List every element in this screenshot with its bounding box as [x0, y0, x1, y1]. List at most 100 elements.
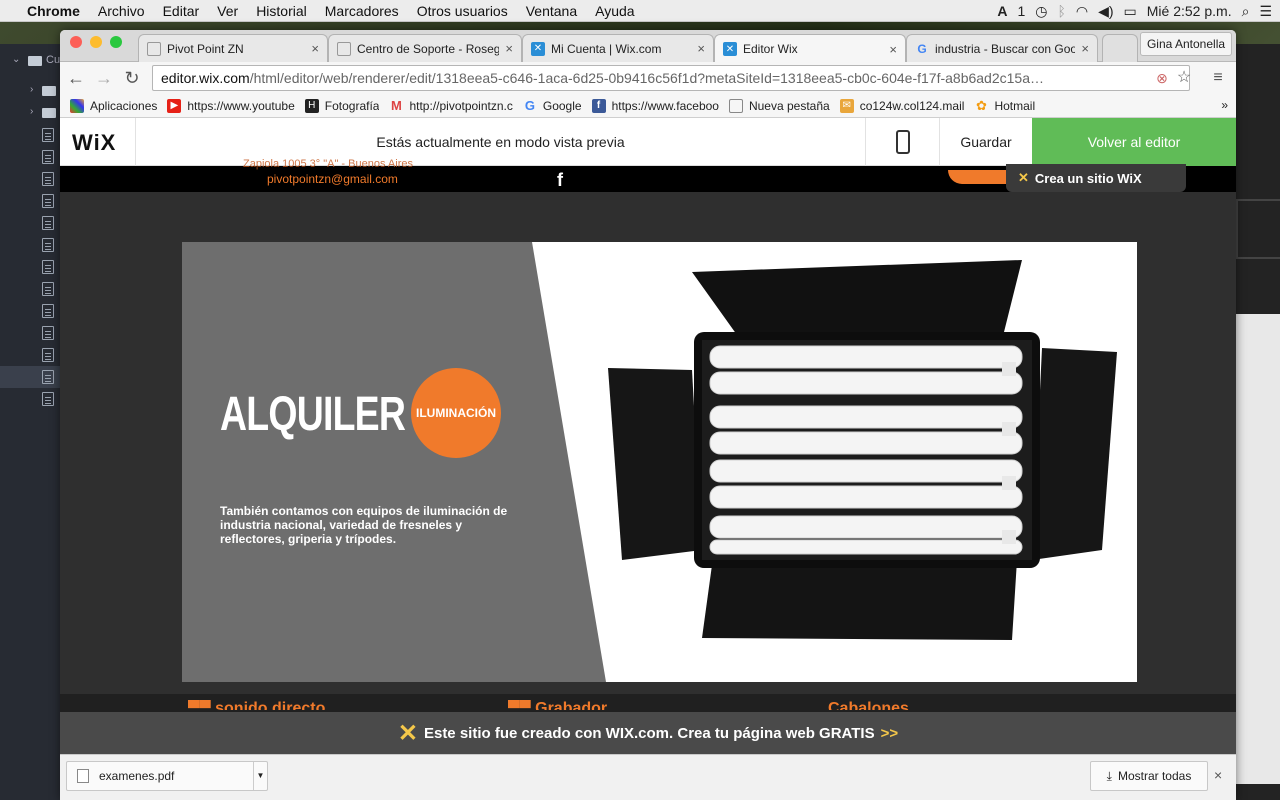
chevron-right-icon: › — [30, 84, 34, 95]
bookmark-star-icon[interactable]: ☆ — [1174, 68, 1194, 88]
adobe-icon[interactable]: A — [997, 3, 1007, 19]
wifi-icon[interactable]: ◠ — [1076, 3, 1088, 20]
service-title-cabalones[interactable]: Cabalones — [828, 700, 909, 710]
bookmark-nueva-pestana[interactable]: Nueva pestaña — [728, 98, 830, 113]
menu-otros-usuarios[interactable]: Otros usuarios — [408, 3, 517, 19]
background-window-frame — [1236, 199, 1280, 259]
service-title-sonido[interactable]: ▀▀ sonido directo — [188, 700, 325, 710]
close-tab-icon[interactable]: × — [697, 41, 705, 56]
bookmark-hotmail[interactable]: ✿ Hotmail — [974, 99, 1035, 113]
sidebar-file[interactable] — [0, 278, 60, 300]
sidebar-file[interactable] — [0, 388, 60, 410]
folder-label: Cu — [46, 54, 61, 66]
file-icon — [42, 150, 54, 164]
extension-icon[interactable]: ⊗ — [1152, 68, 1172, 88]
sidebar-file[interactable] — [0, 212, 60, 234]
wix-ad-banner[interactable]: ✕ Este sitio fue creado con WIX.com. Cre… — [60, 712, 1236, 754]
bookmark-label: Nueva pestaña — [748, 98, 830, 113]
file-icon — [42, 392, 54, 406]
menu-editar[interactable]: Editar — [154, 3, 209, 19]
menu-chrome[interactable]: Chrome — [18, 3, 89, 19]
chevron-right-icon: › — [30, 106, 34, 117]
sidebar-file[interactable] — [0, 146, 60, 168]
download-item[interactable]: examenes.pdf ▼ — [66, 761, 268, 791]
folder-icon — [42, 86, 56, 96]
bookmark-youtube[interactable]: ▶ https://www.youtube — [167, 98, 295, 113]
reload-icon[interactable]: ↻ — [122, 68, 142, 88]
sidebar-file[interactable] — [0, 344, 60, 366]
bookmark-gmail[interactable]: Mhttp://pivotpointzn.c — [389, 98, 513, 113]
bookmark-label: Hotmail — [994, 98, 1036, 113]
battery-icon[interactable]: ▭ — [1124, 3, 1137, 20]
show-all-downloads-button[interactable]: ⤓ Mostrar todas — [1090, 761, 1208, 791]
tab-mi-cuenta[interactable]: ✕ Mi Cuenta | Wix.com × — [522, 34, 714, 62]
close-window-button[interactable] — [70, 36, 82, 48]
sidebar-file[interactable] — [0, 234, 60, 256]
facebook-icon[interactable]: f — [557, 170, 563, 191]
sidebar-file[interactable] — [0, 124, 60, 146]
bluetooth-icon[interactable]: ᛒ — [1057, 3, 1065, 19]
bookmark-fotografia[interactable]: H Fotografía — [304, 98, 379, 113]
close-tab-icon[interactable]: × — [889, 42, 897, 57]
wix-logo[interactable]: WiX — [72, 130, 116, 156]
close-tab-icon[interactable]: × — [1081, 41, 1089, 56]
back-icon[interactable]: ← — [66, 68, 86, 88]
sidebar-file[interactable] — [0, 300, 60, 322]
sidebar-folder[interactable]: › — [0, 80, 60, 102]
bookmark-label: co124w.col124.mail — [859, 98, 965, 113]
menu-archivo[interactable]: Archivo — [89, 3, 154, 19]
menu-ayuda[interactable]: Ayuda — [586, 3, 643, 19]
menu-icon[interactable]: ≡ — [1208, 68, 1228, 88]
sidebar-file[interactable] — [0, 168, 60, 190]
create-site-label: Crea un sitio WiX — [1034, 170, 1142, 186]
address-bar[interactable]: editor.wix.com/html/editor/web/renderer/… — [152, 65, 1190, 91]
close-tab-icon[interactable]: × — [311, 41, 319, 56]
bookmark-apps[interactable]: Aplicaciones — [70, 98, 157, 113]
spotlight-icon[interactable]: ⌕ — [1242, 3, 1250, 20]
service-title-grabador[interactable]: ▀▀ Grabador — [508, 700, 607, 710]
apps-icon — [70, 98, 84, 113]
sidebar-file-selected[interactable] — [0, 366, 60, 388]
banner-text: Este sitio fue creado con WIX.com. Crea … — [423, 724, 875, 742]
minimize-window-button[interactable] — [90, 36, 102, 48]
time-machine-icon[interactable]: ◷ — [1035, 3, 1047, 20]
menu-marcadores[interactable]: Marcadores — [316, 3, 408, 19]
bookmarks-overflow-icon[interactable]: » — [1221, 98, 1228, 112]
clock[interactable]: Mié 2:52 p.m. — [1147, 3, 1232, 19]
bookmark-facebook[interactable]: f https://www.faceboo — [591, 98, 719, 113]
volume-icon[interactable]: ◀) — [1098, 3, 1113, 20]
file-icon — [42, 238, 54, 252]
sidebar-file[interactable] — [0, 322, 60, 344]
new-tab-button[interactable] — [1102, 34, 1138, 62]
sidebar-file[interactable] — [0, 190, 60, 212]
hero-slide: ALQUILER ILUMINACIÓN También contamos co… — [182, 242, 1137, 682]
tab-centro-soporte[interactable]: Centro de Soporte - Roseg × — [328, 34, 522, 62]
wix-star-icon: ✕ — [1018, 170, 1029, 185]
create-wix-site-button[interactable]: ✕ Crea un sitio WiX — [1006, 164, 1186, 192]
profile-button[interactable]: Gina Antonella — [1140, 32, 1232, 56]
tab-pivot-point[interactable]: Pivot Point ZN × — [138, 34, 328, 62]
gmail-icon: M — [391, 98, 402, 113]
bookmark-mail[interactable]: ✉ co124w.col124.mail — [839, 98, 965, 113]
tab-editor-wix[interactable]: ✕ Editor Wix × — [714, 34, 906, 63]
menu-ventana[interactable]: Ventana — [517, 3, 586, 19]
tab-strip: Pivot Point ZN × Centro de Soporte - Ros… — [60, 30, 1236, 63]
menu-historial[interactable]: Historial — [247, 3, 316, 19]
forward-icon[interactable]: → — [94, 68, 114, 88]
sidebar-file[interactable] — [0, 256, 60, 278]
zoom-window-button[interactable] — [110, 36, 122, 48]
bookmark-google[interactable]: G Google — [523, 99, 582, 113]
save-button[interactable]: Guardar — [940, 118, 1032, 166]
back-to-editor-button[interactable]: Volver al editor — [1032, 118, 1236, 166]
tab-industria-google[interactable]: G industria - Buscar con Goo × — [906, 34, 1098, 62]
mobile-view-button[interactable] — [865, 118, 940, 166]
tab-title: Centro de Soporte - Roseg — [357, 41, 500, 56]
menu-ver[interactable]: Ver — [208, 3, 247, 19]
site-email[interactable]: pivotpointzn@gmail.com — [267, 172, 398, 186]
close-icon[interactable]: × — [1214, 767, 1222, 783]
chevron-down-icon[interactable]: ▼ — [253, 762, 267, 790]
notification-center-icon[interactable]: ☰ — [1259, 3, 1272, 20]
sidebar-folder[interactable]: › — [0, 102, 60, 124]
close-tab-icon[interactable]: × — [505, 41, 513, 56]
sidebar-root-folder[interactable]: ⌄ Cu — [0, 50, 60, 72]
